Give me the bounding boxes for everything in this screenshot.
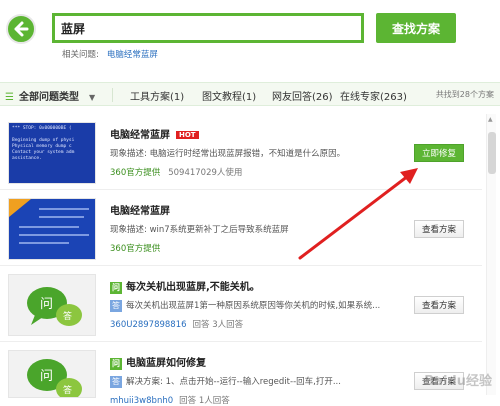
item-title-text: 电脑经常蓝屏 (110, 130, 170, 141)
qa-thumbnail: 问 答 (8, 274, 96, 336)
item-description: 答每次关机出现蓝屏1第一种原因系统原因等你关机的时候,如果系统... (110, 299, 380, 312)
search-input[interactable]: 蓝屏 (52, 13, 364, 43)
svg-text:答: 答 (63, 384, 72, 396)
watermark: Baidu经验 (424, 374, 492, 389)
item-source: 360官方提供 (110, 168, 161, 178)
view-solution-button[interactable]: 查看方案 (414, 220, 464, 238)
bsod-thumbnail: *** STOP: 0x000000BE ( Beginning dump of… (8, 122, 96, 184)
list-item[interactable]: 问 答 问电脑蓝屏如何修复 答解决方案: 1、点击开始--运行--输入reged… (0, 342, 482, 406)
item-meta: 360U2897898816 回答 3人回答 (110, 318, 243, 330)
svg-text:问: 问 (40, 297, 53, 312)
qa-bubble-icon: 问 答 (9, 275, 95, 335)
chevron-down-icon: ▼ (88, 93, 96, 102)
qa-bubble-icon: 问 答 (9, 351, 95, 397)
item-desc-text: 每次关机出现蓝屏1第一种原因系统原因等你关机的时候,如果系统... (126, 301, 381, 311)
item-answer-count: 回答 1人回答 (179, 396, 230, 406)
hot-badge: HOT (176, 131, 199, 139)
qa-thumbnail: 问 答 (8, 350, 96, 398)
related-link[interactable]: 电脑经常蓝屏 (107, 50, 158, 60)
related-label: 相关问题: (62, 50, 99, 60)
list-icon: ☰ (5, 92, 14, 103)
tab-tools[interactable]: 工具方案(1) (130, 88, 184, 103)
item-source: 360官方提供 (110, 244, 161, 254)
tab-tutorials[interactable]: 图文教程(1) (202, 88, 256, 103)
svg-text:问: 问 (40, 369, 53, 384)
tab-all-label: 全部问题类型 (18, 92, 79, 103)
item-answer-count: 回答 3人回答 (192, 320, 244, 330)
result-count: 共找到28个方案 (435, 90, 494, 99)
tab-answers[interactable]: 网友回答(26) (272, 88, 333, 103)
bsod-thumbnail (8, 198, 96, 260)
tab-divider (112, 88, 113, 102)
svg-text:答: 答 (63, 310, 72, 322)
item-title-text: 电脑蓝屏如何修复 (126, 358, 206, 369)
item-title[interactable]: 电脑经常蓝屏 HOT (110, 126, 199, 141)
blue-screen-image (9, 199, 95, 259)
question-badge: 问 (110, 282, 122, 294)
back-button[interactable] (6, 14, 36, 44)
answer-badge: 答 (110, 376, 122, 388)
scrollbar[interactable]: ▲ (486, 114, 496, 395)
item-title[interactable]: 问每次关机出现蓝屏,不能关机。 (110, 278, 260, 294)
arrow-left-icon (14, 21, 29, 37)
item-usage: 509417029人使用 (168, 168, 243, 178)
item-description: 现象描述: win7系统更新补丁之后导致系统蓝屏 (110, 225, 289, 235)
scroll-up-icon[interactable]: ▲ (488, 116, 493, 123)
item-title[interactable]: 电脑经常蓝屏 (110, 202, 170, 217)
item-meta: mhuii3w8bnh0 回答 1人回答 (110, 394, 230, 406)
view-solution-button[interactable]: 查看方案 (414, 296, 464, 314)
tab-experts[interactable]: 在线专家(263) (340, 88, 407, 103)
list-item[interactable]: *** STOP: 0x000000BE ( Beginning dump of… (0, 114, 482, 190)
item-description: 现象描述: 电脑运行时经常出现蓝屏报错，不知道是什么原因。 (110, 149, 346, 159)
search-button[interactable]: 查找方案 (376, 13, 456, 43)
scroll-thumb[interactable] (488, 132, 496, 174)
list-item[interactable]: 问 答 问每次关机出现蓝屏,不能关机。 答每次关机出现蓝屏1第一种原因系统原因等… (0, 266, 482, 342)
list-item[interactable]: 电脑经常蓝屏 现象描述: win7系统更新补丁之后导致系统蓝屏 360官方提供 … (0, 190, 482, 266)
question-badge: 问 (110, 358, 122, 370)
item-title-text: 每次关机出现蓝屏,不能关机。 (126, 282, 260, 293)
item-user[interactable]: 360U2897898816 (110, 320, 187, 330)
category-tabs: ☰ 全部问题类型 ▼ 工具方案(1) 图文教程(1) 网友回答(26) 在线专家(2… (0, 82, 500, 106)
fix-now-button[interactable]: 立即修复 (414, 144, 464, 162)
item-desc-text: 解决方案: 1、点击开始--运行--输入regedit--回车,打开... (126, 377, 341, 387)
item-meta: 360官方提供 (110, 242, 168, 254)
item-meta: 360官方提供 509417029人使用 (110, 166, 242, 178)
item-user[interactable]: mhuii3w8bnh0 (110, 396, 173, 406)
related-questions: 相关问题: 电脑经常蓝屏 (62, 48, 158, 60)
item-description: 答解决方案: 1、点击开始--运行--输入regedit--回车,打开... (110, 375, 341, 388)
answer-badge: 答 (110, 300, 122, 312)
item-title[interactable]: 问电脑蓝屏如何修复 (110, 354, 206, 370)
tab-all-types[interactable]: ☰ 全部问题类型 ▼ (5, 88, 95, 103)
